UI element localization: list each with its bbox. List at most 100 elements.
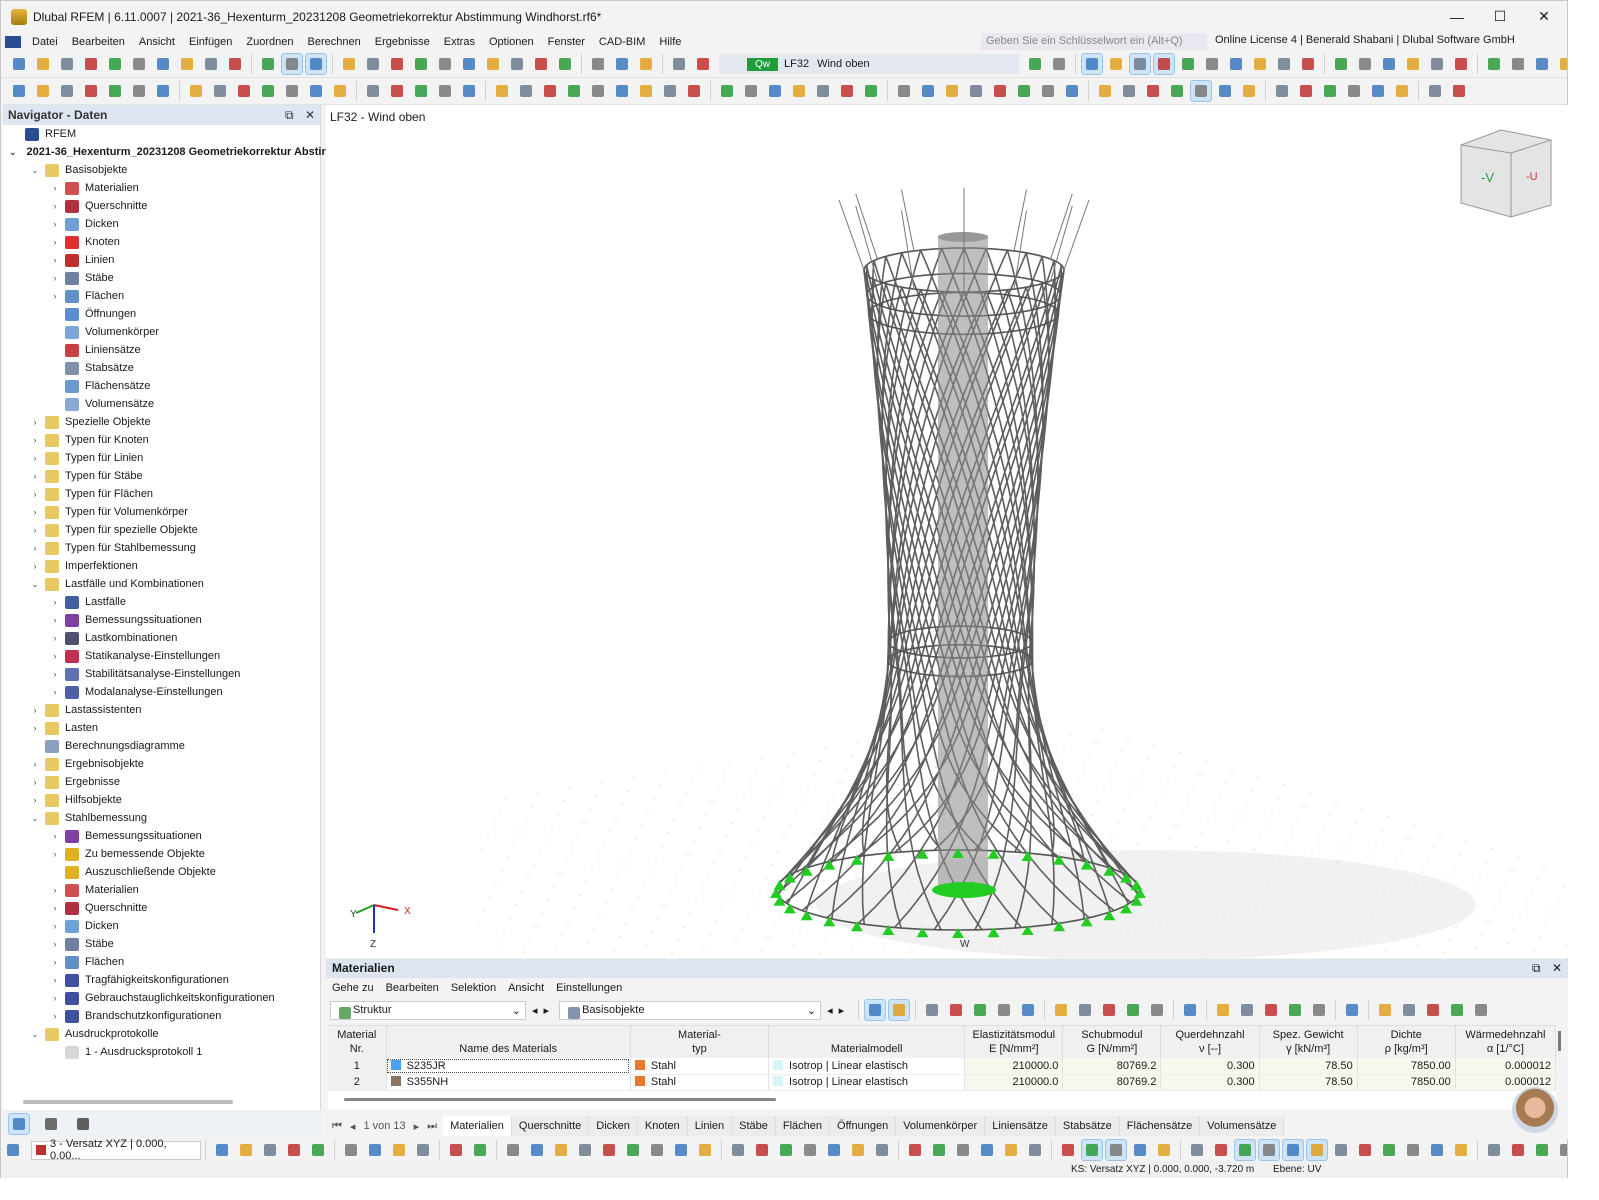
table-row[interactable]: 2 S355NH Stahl Isotrop | Linear elastisch 21… <box>328 1074 1557 1091</box>
column-header[interactable]: Material Nr. <box>328 1026 387 1058</box>
toolbar-tool-icon[interactable] <box>1427 54 1447 74</box>
toolbar-tool-icon[interactable] <box>435 54 455 74</box>
menu-cad-bim[interactable]: CAD-BIM <box>592 36 652 48</box>
toolbar-tool-icon[interactable] <box>411 81 431 101</box>
tree-item[interactable]: › Zu bemessende Objekte <box>3 845 320 863</box>
tree-item[interactable]: Stabsätze <box>3 359 320 377</box>
toolbar-tool-icon[interactable] <box>918 81 938 101</box>
tab-stäbe[interactable]: Stäbe <box>732 1116 776 1136</box>
column-header[interactable]: Material-typ <box>630 1026 770 1058</box>
menu-extras[interactable]: Extras <box>437 36 482 48</box>
toolbar-tool-icon[interactable] <box>1049 54 1069 74</box>
toolbar-tool-icon[interactable] <box>1451 1140 1471 1160</box>
video-camera-icon[interactable] <box>73 1114 93 1134</box>
toolbar-tool-icon[interactable] <box>1038 81 1058 101</box>
tab-öffnungen[interactable]: Öffnungen <box>830 1116 897 1136</box>
toolbar-tool-icon[interactable] <box>1081 1139 1103 1161</box>
next-arrow-icon[interactable]: ▸ <box>839 1004 845 1017</box>
tree-item[interactable]: Auszuschließende Objekte <box>3 863 320 881</box>
toolbar-tool-icon[interactable] <box>260 1140 280 1160</box>
structure-dropdown[interactable]: Struktur ⌄ <box>330 1000 526 1020</box>
toolbar-tool-icon[interactable] <box>330 81 350 101</box>
toolbar-tool-icon[interactable] <box>1190 80 1212 102</box>
toolbar-tool-icon[interactable] <box>660 81 680 101</box>
toolbar-tool-icon[interactable] <box>695 1140 715 1160</box>
toolbar-tool-icon[interactable] <box>1167 81 1187 101</box>
tree-item[interactable]: › Querschnitte <box>3 899 320 917</box>
toolbar-tool-icon[interactable] <box>1309 1000 1329 1020</box>
toolbar-tool-icon[interactable] <box>413 1140 433 1160</box>
toolbar-tool-icon[interactable] <box>1320 81 1340 101</box>
tree-item[interactable]: › Typen für Flächen <box>3 485 320 503</box>
chevron-right-icon[interactable]: › <box>29 705 41 715</box>
toolbar-tool-icon[interactable] <box>1272 81 1292 101</box>
toolbar-tool-icon[interactable] <box>1342 1000 1362 1020</box>
toolbar-tool-icon[interactable] <box>1239 81 1259 101</box>
toolbar-tool-icon[interactable] <box>236 1140 256 1160</box>
3d-viewport[interactable]: X Y Z W LF32 - Wind oben -V -U <box>326 105 1568 958</box>
chevron-right-icon[interactable]: › <box>49 597 61 607</box>
toolbar-tool-icon[interactable] <box>1298 54 1318 74</box>
toolbar-tool-icon[interactable] <box>612 54 632 74</box>
cell-nu[interactable]: 0.300 <box>1160 1074 1260 1091</box>
toolbar-tool-icon[interactable] <box>153 81 173 101</box>
toolbar-tool-icon[interactable] <box>776 1140 796 1160</box>
navigator-scrollbar[interactable] <box>23 1100 233 1104</box>
toolbar-tool-icon[interactable] <box>888 999 911 1021</box>
tree-item[interactable]: ⌄ Basisobjekte <box>3 161 320 179</box>
chevron-down-icon[interactable]: ⌄ <box>29 1029 41 1040</box>
cell-type[interactable]: Stahl <box>630 1058 770 1075</box>
tree-item[interactable]: › Brandschutzkonfigurationen <box>3 1007 320 1025</box>
chevron-right-icon[interactable]: › <box>49 939 61 949</box>
cell-model[interactable]: Isotrop | Linear elastisch <box>768 1074 966 1091</box>
load-case-selector[interactable]: Qw LF32 Wind oben <box>719 54 1019 74</box>
panel-menu-item[interactable]: Einstellungen <box>550 982 628 994</box>
next-page-icon[interactable]: ▸ <box>414 1120 420 1133</box>
toolbar-tool-icon[interactable] <box>201 54 221 74</box>
toolbar-tool-icon[interactable] <box>282 81 302 101</box>
toolbar-tool-icon[interactable] <box>1261 1000 1281 1020</box>
toolbar-tool-icon[interactable] <box>1051 1000 1071 1020</box>
chevron-right-icon[interactable]: › <box>49 921 61 931</box>
toolbar-tool-icon[interactable] <box>977 1140 997 1160</box>
toolbar-tool-icon[interactable] <box>212 1140 232 1160</box>
cell-nu[interactable]: 0.300 <box>1160 1058 1260 1075</box>
chevron-right-icon[interactable]: › <box>29 525 41 535</box>
toolbar-tool-icon[interactable] <box>1403 54 1423 74</box>
toolbar-tool-icon[interactable] <box>153 54 173 74</box>
tree-item[interactable]: › Dicken <box>3 917 320 935</box>
chevron-right-icon[interactable]: › <box>49 669 61 679</box>
chevron-right-icon[interactable]: › <box>49 849 61 859</box>
tree-item[interactable]: › Ergebnisobjekte <box>3 755 320 773</box>
chevron-right-icon[interactable]: › <box>49 615 61 625</box>
chevron-right-icon[interactable]: › <box>29 561 41 571</box>
toolbar-tool-icon[interactable] <box>57 81 77 101</box>
tree-item[interactable]: › Bemessungssituationen <box>3 611 320 629</box>
toolbar-tool-icon[interactable] <box>922 1000 942 1020</box>
chevron-right-icon[interactable]: › <box>29 453 41 463</box>
toolbar-tool-icon[interactable] <box>1344 81 1364 101</box>
chevron-right-icon[interactable]: › <box>29 723 41 733</box>
column-header[interactable]: Name des Materials <box>386 1026 631 1058</box>
chevron-down-icon[interactable]: ⌄ <box>29 813 41 824</box>
cell-name[interactable]: S235JR <box>386 1058 631 1075</box>
tree-item[interactable]: › Lastfälle <box>3 593 320 611</box>
toolbar-tool-icon[interactable] <box>1282 1139 1304 1161</box>
tree-item[interactable]: RFEM <box>3 125 320 143</box>
tab-dicken[interactable]: Dicken <box>589 1116 638 1136</box>
tree-item[interactable]: › Flächen <box>3 953 320 971</box>
chevron-right-icon[interactable]: › <box>29 507 41 517</box>
chevron-right-icon[interactable]: › <box>49 687 61 697</box>
chevron-right-icon[interactable]: › <box>29 795 41 805</box>
toolbar-tool-icon[interactable] <box>800 1140 820 1160</box>
toolbar-tool-icon[interactable] <box>1178 54 1198 74</box>
panel-menu-item[interactable]: Bearbeiten <box>380 982 445 994</box>
toolbar-tool-icon[interactable] <box>527 1140 547 1160</box>
menu-datei[interactable]: Datei <box>25 36 65 48</box>
cell-rho[interactable]: 7850.00 <box>1357 1058 1456 1075</box>
toolbar-tool-icon[interactable] <box>470 1140 490 1160</box>
toolbar-tool-icon[interactable] <box>435 81 455 101</box>
toolbar-tool-icon[interactable] <box>459 54 479 74</box>
toolbar-tool-icon[interactable] <box>1355 54 1375 74</box>
tree-item[interactable]: › Linien <box>3 251 320 269</box>
